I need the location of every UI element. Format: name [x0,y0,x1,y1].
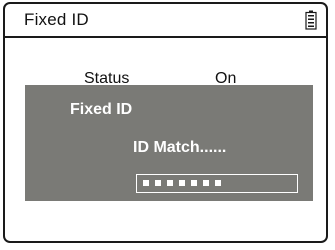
progress-dot [191,180,197,186]
battery-icon [305,10,317,30]
page-title: Fixed ID [24,10,89,29]
progress-dot [155,180,161,186]
dialog-message: ID Match...... [133,139,227,156]
fixed-id-dialog: Fixed ID ID Match...... [25,85,313,201]
device-screen: Fixed ID Status On Fixed ID ID Match....… [3,2,328,243]
progress-dot [179,180,185,186]
progress-dot [203,180,209,186]
progress-dots [143,180,221,186]
title-bar: Fixed ID [5,4,326,38]
progress-dot [167,180,173,186]
progress-dot [143,180,149,186]
progress-indicator [136,174,298,193]
progress-dot [215,180,221,186]
dialog-title: Fixed ID [70,101,133,118]
